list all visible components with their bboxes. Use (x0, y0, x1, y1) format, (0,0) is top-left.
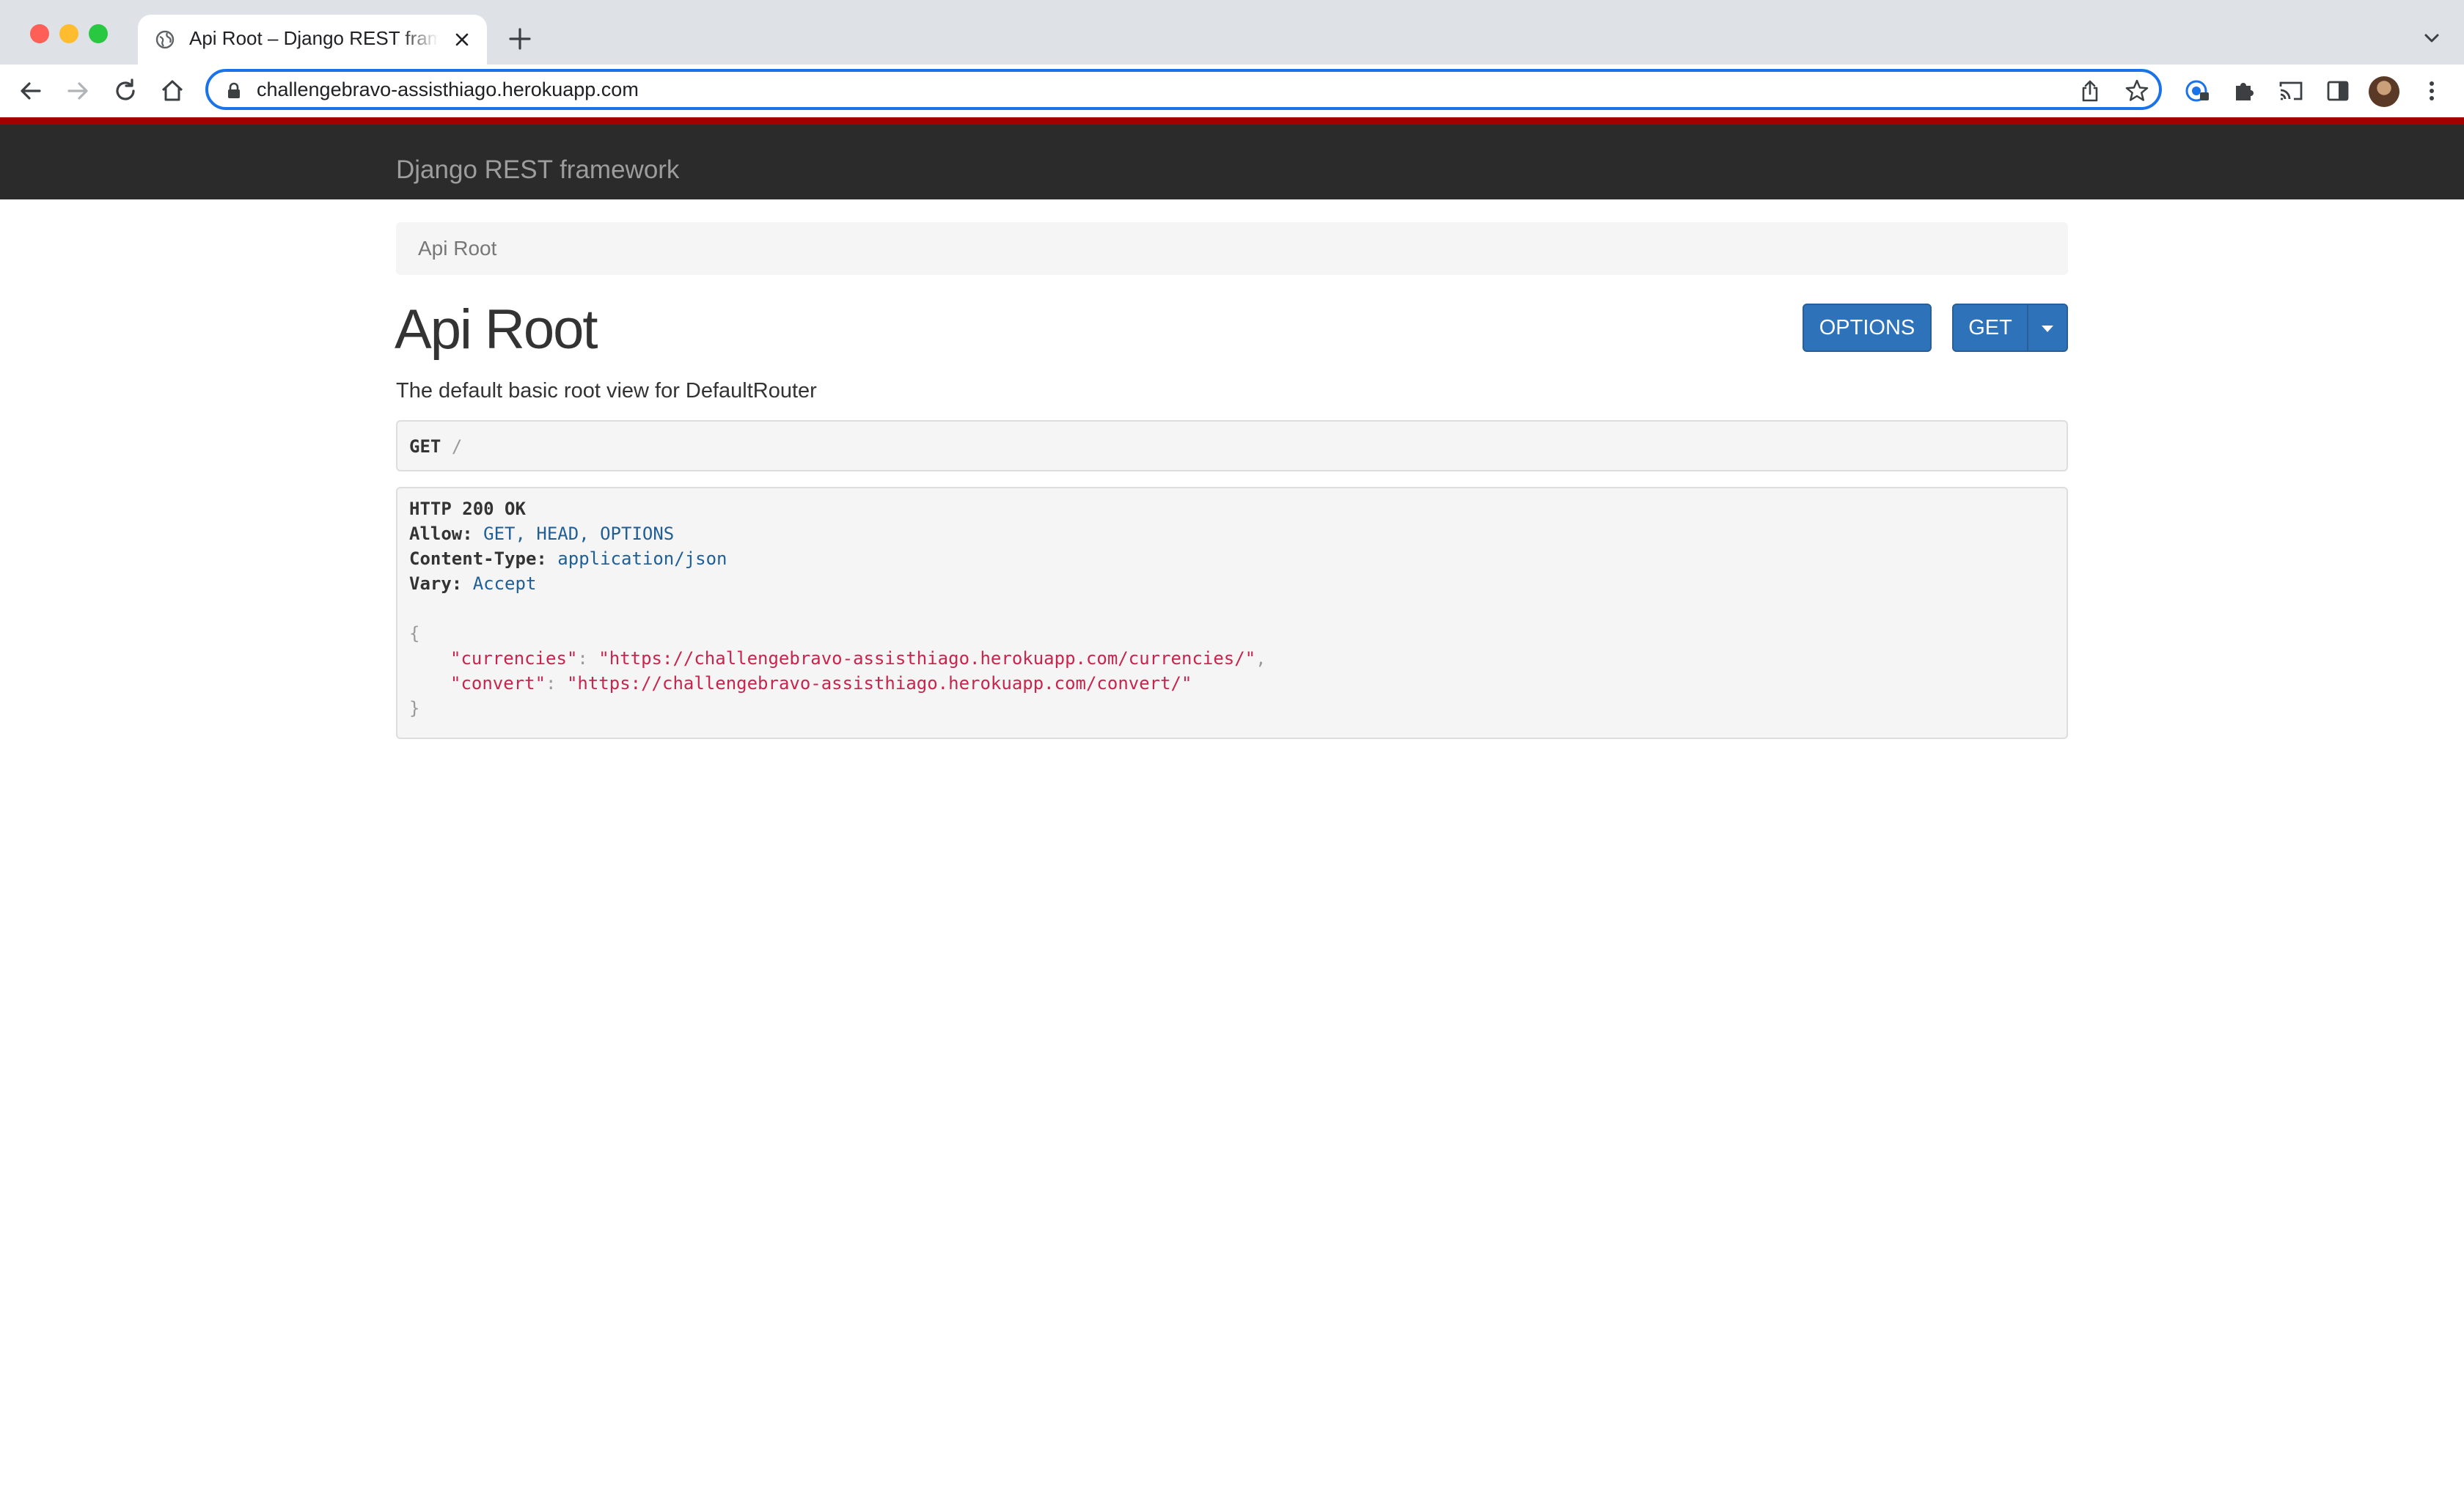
header-line-allow: Allow: GET, HEAD, OPTIONS (409, 524, 674, 544)
breadcrumb-item-api-root: Api Root (418, 237, 497, 260)
browser-toolbar: challengebravo-assisthiago.herokuapp.com (0, 65, 2464, 117)
side-panel-icon[interactable] (2323, 76, 2353, 106)
request-info: GET / (396, 420, 2068, 471)
close-window-button[interactable] (30, 24, 49, 43)
status-text: HTTP 200 OK (409, 499, 526, 519)
url-text[interactable]: challengebravo-assisthiago.herokuapp.com (257, 78, 639, 101)
json-key: "currencies" (450, 648, 578, 669)
page-content: Django REST framework Api Root Api Root … (0, 117, 2464, 1506)
json-field-convert: "convert": "https://challengebravo-assis… (450, 673, 1192, 694)
top-navbar: Django REST framework (0, 117, 2464, 199)
json-key: "convert" (450, 673, 546, 694)
header-name: Allow: (409, 524, 473, 544)
tab-title: Api Root – Django REST framework (189, 27, 439, 49)
breadcrumb: Api Root (396, 222, 2068, 275)
globe-icon (155, 30, 175, 49)
star-bookmark-icon[interactable] (2124, 78, 2150, 104)
maximize-window-button[interactable] (89, 24, 108, 43)
minimize-window-button[interactable] (59, 24, 78, 43)
lock-icon[interactable] (224, 81, 243, 100)
new-tab-plus-icon[interactable] (506, 25, 534, 53)
chevron-down-icon[interactable] (2420, 26, 2443, 50)
response-info: HTTP 200 OK Allow: GET, HEAD, OPTIONS Co… (396, 487, 2068, 739)
caret-down-icon (2042, 325, 2053, 332)
extensions-puzzle-icon[interactable] (2229, 76, 2259, 106)
request-method: GET (409, 436, 441, 457)
header-name: Content-Type: (409, 548, 547, 569)
reload-icon[interactable] (111, 76, 140, 106)
share-icon[interactable] (2077, 78, 2103, 104)
get-format-dropdown-button[interactable] (2027, 304, 2068, 352)
get-button[interactable]: GET (1952, 304, 2028, 352)
profile-avatar[interactable] (2369, 76, 2399, 107)
header-line-vary: Vary: Accept (409, 573, 536, 594)
forward-arrow-icon[interactable] (63, 76, 92, 106)
header-line-content-type: Content-Type: application/json (409, 548, 727, 569)
header-value: Accept (472, 573, 537, 594)
close-icon[interactable] (450, 28, 474, 51)
json-link-currencies[interactable]: "https://challengebravo-assisthiago.hero… (598, 648, 1255, 669)
header-value: application/json (557, 548, 727, 569)
header-value: GET, HEAD, OPTIONS (483, 524, 675, 544)
json-comma: , (1255, 648, 1266, 669)
brand-link[interactable]: Django REST framework (396, 155, 679, 185)
password-manager-extension-icon[interactable] (2182, 76, 2212, 106)
cast-icon[interactable] (2276, 76, 2306, 106)
page-title: Api Root (395, 298, 598, 361)
json-link-convert[interactable]: "https://challengebravo-assisthiago.hero… (567, 673, 1192, 694)
request-path: / (451, 436, 463, 457)
json-close-brace: } (409, 698, 420, 719)
view-description: The default basic root view for DefaultR… (396, 379, 817, 403)
json-open-brace: { (409, 623, 420, 644)
header-name: Vary: (409, 573, 463, 594)
back-arrow-icon[interactable] (16, 76, 45, 106)
kebab-menu-icon[interactable] (2417, 76, 2446, 106)
browser-tab[interactable]: Api Root – Django REST framework (138, 15, 487, 65)
status-line: HTTP 200 OK (409, 499, 526, 519)
json-field-currencies: "currencies": "https://challengebravo-as… (450, 648, 1266, 669)
browser-tab-strip: Api Root – Django REST framework (0, 0, 2464, 65)
home-icon[interactable] (158, 76, 187, 106)
address-bar[interactable]: challengebravo-assisthiago.herokuapp.com (205, 69, 2162, 110)
options-button[interactable]: OPTIONS (1803, 304, 1932, 352)
